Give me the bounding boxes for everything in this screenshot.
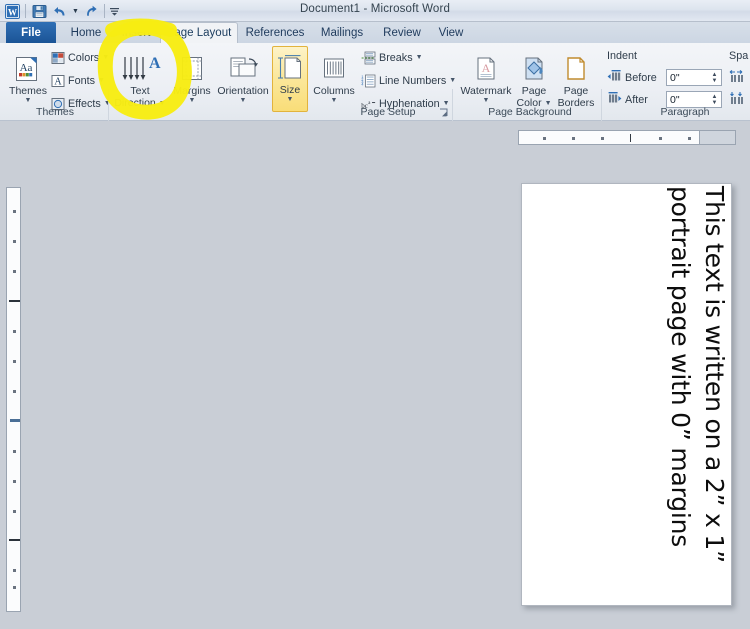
columns-button[interactable]: Columns ▼	[311, 48, 357, 104]
svg-text:A: A	[149, 55, 161, 72]
indent-group-title: Indent	[607, 50, 638, 62]
chevron-down-icon: ▼	[415, 54, 423, 61]
tab-view[interactable]: View	[430, 22, 472, 43]
indent-before-input[interactable]: 0" ▲ ▼	[666, 69, 722, 86]
theme-colors-button[interactable]: Colors ▼	[50, 50, 109, 65]
ribbon-group-labels: Themes Page Setup Page Background Paragr…	[0, 106, 750, 121]
tab-page-layout[interactable]: Page Layout	[160, 22, 238, 43]
tab-insert[interactable]: Insert	[112, 22, 160, 43]
text-direction-icon: A	[118, 51, 162, 85]
chevron-down-icon: ▼	[98, 77, 105, 84]
breaks-button[interactable]: Breaks ▼	[361, 50, 423, 65]
color-palette-icon	[50, 50, 65, 65]
svg-text:Aa: Aa	[20, 62, 33, 74]
ribbon-tab-strip: File Home Insert Page Layout References …	[0, 22, 750, 43]
indent-after-value: 0"	[670, 93, 680, 106]
group-label-paragraph: Paragraph	[660, 106, 710, 118]
margins-button[interactable]: Margins ▼	[170, 48, 214, 104]
size-button[interactable]: Size ▼	[272, 46, 308, 112]
themes-icon: Aa	[13, 51, 43, 85]
tab-review[interactable]: Review	[376, 22, 428, 43]
svg-text:A: A	[54, 76, 62, 87]
page-borders-button[interactable]: Page Borders	[554, 48, 598, 109]
vertical-ruler[interactable]	[6, 187, 21, 612]
indent-before-label: Before	[625, 71, 657, 84]
watermark-button[interactable]: A Watermark ▼	[458, 48, 514, 104]
spacing-group-title: Spa	[729, 50, 749, 62]
text-direction-button[interactable]: A Text Direction ▼	[112, 48, 168, 109]
ruler-right-margin-zone	[699, 131, 735, 144]
breaks-icon	[361, 50, 376, 65]
title-bar: W ▼ Document1 - Microsoft Word	[0, 0, 750, 22]
text-direction-label-line1: Text	[130, 85, 150, 97]
page-color-button[interactable]: Page Color ▼	[514, 48, 554, 109]
group-label-page-background: Page Background	[488, 106, 572, 118]
svg-text:A: A	[482, 61, 491, 75]
chevron-down-icon: ▼	[24, 97, 32, 104]
breaks-label: Breaks	[379, 51, 413, 64]
svg-text:4: 4	[361, 82, 363, 86]
horizontal-ruler[interactable]	[518, 130, 736, 145]
themes-button-label: Themes	[9, 85, 47, 97]
paint-bucket-icon	[519, 51, 549, 85]
tab-home[interactable]: Home	[60, 22, 112, 43]
margins-label: Margins	[173, 85, 211, 97]
watermark-icon: A	[471, 51, 501, 85]
indent-before-row: Before 0" ▲ ▼	[607, 69, 722, 86]
size-label: Size	[279, 84, 301, 96]
columns-label: Columns	[313, 85, 355, 97]
chevron-down-icon: ▼	[188, 97, 196, 104]
theme-colors-label: Colors	[68, 51, 100, 64]
chevron-down-icon: ▼	[330, 97, 338, 104]
chevron-down-icon: ▼	[239, 97, 247, 104]
document-title: Document1 - Microsoft Word	[299, 3, 451, 15]
group-label-themes: Themes	[36, 106, 74, 118]
font-letter-icon: A	[50, 73, 65, 88]
page-body-text[interactable]: This text is written on a 2” x 1” portra…	[522, 184, 731, 605]
chevron-down-icon: ▼	[286, 96, 294, 103]
orientation-icon	[227, 51, 259, 85]
document-page[interactable]: This text is written on a 2” x 1” portra…	[521, 183, 732, 606]
page-borders-label-line1: Page	[563, 85, 589, 97]
indent-before-spinner[interactable]: ▲ ▼	[709, 70, 720, 85]
chevron-down-icon: ▼	[482, 97, 490, 104]
line-numbers-label: Line Numbers	[379, 74, 447, 87]
indent-before-value: 0"	[670, 71, 680, 84]
spacing-before-button[interactable]	[729, 69, 749, 87]
line-numbers-button[interactable]: 1234 Line Numbers ▼	[361, 73, 456, 88]
orientation-label: Orientation	[217, 85, 269, 97]
indent-left-icon	[607, 69, 622, 86]
group-label-page-setup: Page Setup	[360, 106, 416, 118]
watermark-label: Watermark	[460, 85, 512, 97]
tab-references[interactable]: References	[240, 22, 310, 43]
tab-file[interactable]: File	[6, 22, 56, 43]
indent-after-label: After	[625, 93, 648, 106]
chevron-down-icon: ▼	[449, 77, 457, 84]
indent-after-spinner[interactable]: ▲ ▼	[709, 92, 720, 107]
page-borders-icon	[561, 51, 591, 85]
margins-icon	[177, 51, 207, 85]
spinner-down-icon[interactable]: ▼	[712, 100, 718, 106]
tab-mailings[interactable]: Mailings	[312, 22, 372, 43]
theme-fonts-button[interactable]: A Fonts ▼	[50, 73, 105, 88]
line-numbers-icon: 1234	[361, 73, 376, 88]
orientation-button[interactable]: Orientation ▼	[214, 48, 272, 104]
svg-text:a: a	[368, 101, 371, 106]
themes-button[interactable]: Aa Themes ▼	[6, 48, 50, 104]
page-size-icon	[276, 50, 304, 84]
chevron-down-icon: ▼	[102, 54, 110, 61]
columns-icon	[319, 51, 349, 85]
theme-fonts-label: Fonts	[68, 74, 96, 87]
page-color-label-line1: Page	[521, 85, 547, 97]
spinner-down-icon[interactable]: ▼	[712, 78, 718, 84]
